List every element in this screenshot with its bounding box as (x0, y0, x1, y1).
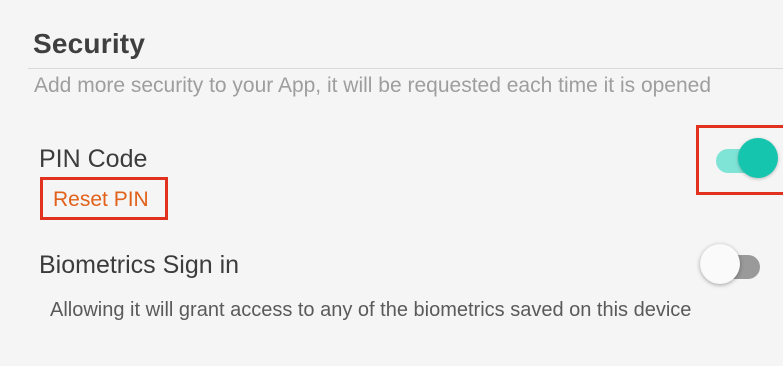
toggle-thumb (738, 138, 778, 178)
biometrics-description: Allowing it will grant access to any of … (50, 299, 692, 321)
biometrics-label: Biometrics Sign in (39, 251, 240, 279)
toggle-thumb (700, 244, 740, 284)
reset-pin-button[interactable]: Reset PIN (40, 177, 168, 220)
section-title: Security (33, 28, 146, 59)
biometrics-toggle[interactable] (700, 244, 760, 288)
section-description: Add more security to your App, it will b… (34, 74, 712, 97)
section-divider (28, 68, 783, 69)
pin-code-toggle[interactable] (716, 138, 778, 182)
pin-code-label: PIN Code (39, 145, 148, 173)
reset-pin-link[interactable]: Reset PIN (53, 187, 149, 213)
security-settings-panel: Security Add more security to your App, … (0, 0, 783, 366)
